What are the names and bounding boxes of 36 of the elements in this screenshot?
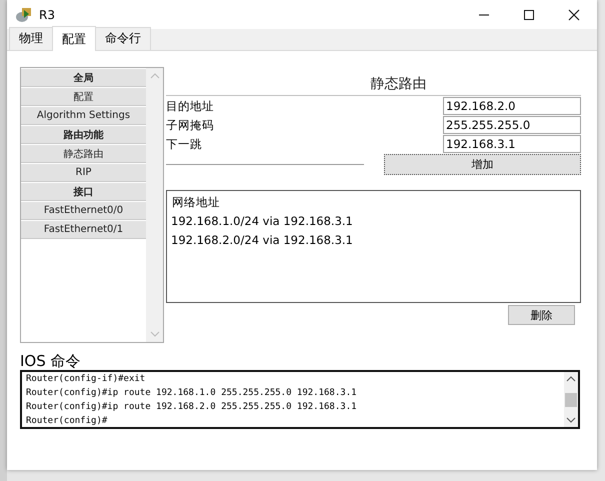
console-line: Router(config)#: [26, 416, 108, 427]
input-field[interactable]: 255.255.255.0: [443, 116, 581, 134]
tab[interactable]: 配置: [52, 26, 96, 51]
close-icon[interactable]: [568, 8, 580, 20]
console-line: Router(config)#ip route 192.168.2.0 255.255.255.0 192.168.3.1: [26, 402, 358, 413]
add-button[interactable]: 增加: [384, 154, 581, 175]
section-title: IOS 命令: [20, 352, 82, 370]
sidebar-item[interactable]: Algorithm Settings: [21, 107, 146, 125]
sidebar-item[interactable]: FastEthernet0/0: [21, 202, 146, 220]
panel-title: 静态路由: [166, 73, 581, 96]
console-line: Router(config)#ip route 192.168.1.0 255.255.255.0 192.168.3.1: [26, 388, 358, 399]
sidebar-item[interactable]: FastEthernet0/1: [21, 221, 146, 239]
field-label: 目的地址: [166, 98, 214, 114]
delete-button[interactable]: 删除: [508, 305, 575, 325]
maximize-icon[interactable]: [523, 8, 535, 20]
sidebar-item[interactable]: RIP: [21, 164, 146, 182]
tab[interactable]: 命令行: [95, 27, 151, 50]
scroll-down-icon[interactable]: [566, 416, 576, 424]
section-header: 全局: [21, 69, 146, 87]
section-header: 接口: [21, 183, 146, 201]
route-entry[interactable]: 192.168.2.0/24 via 192.168.3.1: [169, 233, 578, 248]
field-label: 下一跳: [166, 136, 202, 152]
scrollbar-thumb[interactable]: [565, 392, 577, 406]
router-icon: [15, 6, 33, 24]
input-field[interactable]: 192.168.2.0: [443, 97, 581, 115]
scroll-up-icon[interactable]: [566, 375, 576, 383]
window-title: R3: [39, 8, 55, 22]
tab[interactable]: 物理: [9, 27, 53, 50]
field-label: 子网掩码: [166, 118, 214, 132]
input-field[interactable]: 192.168.3.1: [443, 135, 581, 153]
route-entry[interactable]: 192.168.1.0/24 via 192.168.3.1: [169, 214, 578, 229]
sidebar-item[interactable]: 配置: [21, 88, 146, 106]
sidebar-item[interactable]: 静态路由: [21, 145, 146, 163]
console-line: Router(config-if)#exit: [26, 374, 146, 385]
section-header: 路由功能: [21, 126, 146, 144]
list-header: 网络地址: [171, 195, 221, 210]
